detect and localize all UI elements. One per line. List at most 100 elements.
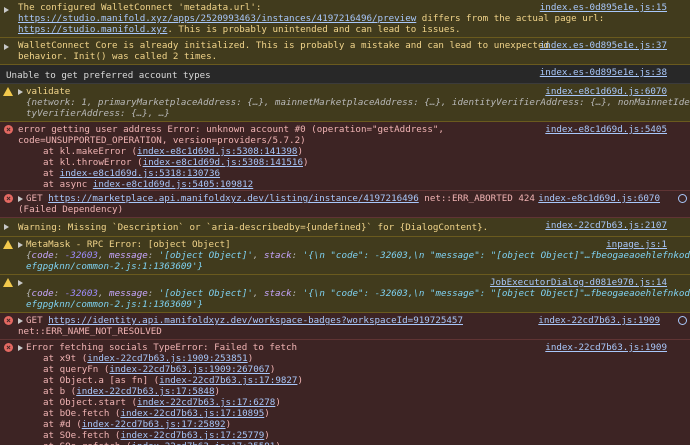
stack-frame-text: ): [214, 386, 221, 397]
stack-frame-link[interactable]: index-e8c1d69d.js:5405:109812: [93, 179, 253, 190]
network-globe-icon[interactable]: [678, 194, 687, 203]
stack-frame-text: at bOe.fetch (: [43, 408, 121, 419]
stack-frame-link[interactable]: index-22cd7b63.js:17:6278: [137, 397, 275, 408]
console-message-error: × index-e8c1d69d.js:5405 error getting u…: [0, 122, 690, 191]
message-text: validate: [26, 86, 71, 97]
expand-triangle-icon[interactable]: [18, 195, 23, 202]
stack-frame-link[interactable]: index-22cd7b63.js:17:25779: [120, 430, 264, 441]
stack-frame-text: at SOe.refetch (: [43, 441, 132, 445]
stack-frame-text: at SOe.fetch (: [43, 430, 121, 441]
stack-frame-text: ): [264, 408, 270, 419]
expand-triangle-icon[interactable]: [18, 88, 23, 95]
error-icon: ×: [4, 194, 13, 203]
expand-triangle-icon[interactable]: [18, 317, 23, 324]
stack-frame-text: at async: [43, 179, 93, 190]
stack-frame-text: at #d (: [43, 419, 82, 430]
expand-triangle-icon[interactable]: [4, 41, 13, 50]
console-message-warning: inpage.js:1 MetaMask - RPC Error: [objec…: [0, 237, 690, 275]
warning-icon: [3, 278, 13, 287]
stack-frame-text: at: [43, 168, 60, 179]
message-url-link[interactable]: https://studio.manifold.xyz/apps/2520993…: [18, 13, 416, 24]
stack-frame-text: at kl.makeError (: [43, 146, 138, 157]
request-url-link[interactable]: https://marketplace.api.manifoldxyz.dev/…: [48, 193, 419, 204]
expand-triangle-icon[interactable]: [4, 221, 13, 230]
stack-frame: at async index-e8c1d69d.js:5405:109812: [18, 179, 660, 190]
console-message-info: index.es-0d895e1e.js:38 Unable to get pr…: [0, 65, 690, 84]
warning-icon: [3, 240, 13, 249]
stack-frame: at Object.a [as fn] (index-22cd7b63.js:1…: [18, 375, 660, 386]
expand-triangle-icon[interactable]: [4, 4, 13, 13]
expand-triangle-icon[interactable]: [18, 344, 23, 351]
stack-frame-link[interactable]: index-e8c1d69d.js:5308:141516: [143, 157, 303, 168]
source-link[interactable]: index.es-0d895e1e.js:37: [540, 40, 667, 51]
console-message-error: × index-22cd7b63.js:1909 GET https://ide…: [0, 313, 690, 340]
object-preview[interactable]: tyVerifierAddress: {…}, …}: [18, 108, 660, 119]
stack-frame-text: ): [225, 419, 232, 430]
object-preview: efgpgknn/common-2.js:1:1363609'}: [26, 261, 204, 272]
stack-frame-text: ): [275, 397, 281, 408]
message-text: GET: [26, 315, 49, 326]
source-link[interactable]: index-e8c1d69d.js:6070: [538, 193, 660, 204]
error-icon: ×: [4, 343, 13, 352]
stack-frame: at #d (index-22cd7b63.js:17:25892): [18, 419, 660, 430]
console-message-warning: index.es-0d895e1e.js:37 WalletConnect Co…: [0, 38, 690, 65]
source-link[interactable]: index-e8c1d69d.js:5405: [545, 124, 667, 135]
console-message-warning: index.es-0d895e1e.js:15 The configured W…: [0, 0, 690, 38]
stack-frame-link[interactable]: index-22cd7b63.js:17:9827: [159, 375, 297, 386]
source-link[interactable]: index.es-0d895e1e.js:15: [540, 2, 667, 13]
stack-frame: at x9t (index-22cd7b63.js:1909:253851): [18, 353, 660, 364]
stack-frame-link[interactable]: index-22cd7b63.js:17:5848: [76, 386, 214, 397]
stack-frame-link[interactable]: index-22cd7b63.js:17:25591: [132, 441, 276, 445]
object-preview[interactable]: {code: -32603, message: '[object Object]…: [18, 288, 690, 299]
stack-frame: at index-e8c1d69d.js:5318:130736: [18, 168, 660, 179]
source-link[interactable]: index-22cd7b63.js:1909: [545, 342, 667, 353]
message-text: net::ERR_ABORTED 424: [418, 193, 535, 204]
object-preview[interactable]: {code: -32603, message: '[object Object]…: [18, 250, 690, 261]
message-text: The configured WalletConnect 'metadata.u…: [18, 2, 262, 13]
stack-frame-link[interactable]: index-e8c1d69d.js:5308:141398: [137, 146, 297, 157]
stack-frame-link[interactable]: index-22cd7b63.js:17:10895: [120, 408, 264, 419]
stack-frame-text: at queryFn (: [43, 364, 110, 375]
message-text: MetaMask - RPC Error: [object Object]: [26, 239, 231, 250]
source-link[interactable]: index-22cd7b63.js:2107: [545, 220, 667, 231]
message-text: . This is probably unintended and can le…: [167, 24, 461, 35]
stack-frame-text: at Object.start (: [43, 397, 138, 408]
stack-frame-text: at x9t (: [43, 353, 88, 364]
source-link[interactable]: JobExecutorDialog-d081e970.js:14: [490, 277, 667, 288]
stack-frame-text: ): [269, 364, 276, 375]
stack-frame-text: ): [247, 353, 254, 364]
expand-triangle-icon[interactable]: [18, 241, 23, 248]
message-text: differs from the actual page url:: [416, 13, 605, 24]
message-text: (Failed Dependency): [18, 204, 124, 215]
stack-frame-text: ): [303, 157, 309, 168]
source-link[interactable]: inpage.js:1: [606, 239, 667, 250]
message-text: behavior. Init() was called 2 times.: [18, 51, 218, 62]
console-message-warning: JobExecutorDialog-d081e970.js:14 {code: …: [0, 275, 690, 313]
stack-frame-link[interactable]: index-22cd7b63.js:1909:253851: [87, 353, 247, 364]
source-link[interactable]: index-e8c1d69d.js:6070: [545, 86, 667, 97]
network-globe-icon[interactable]: [678, 316, 687, 325]
stack-frame: at Object.start (index-22cd7b63.js:17:62…: [18, 397, 660, 408]
stack-frame-text: ): [297, 146, 304, 157]
object-preview: efgpgknn/common-2.js:1:1363609'}: [26, 299, 204, 310]
warning-icon: [3, 87, 13, 96]
console-panel: index.es-0d895e1e.js:15 The configured W…: [0, 0, 690, 445]
stack-frame-text: ): [297, 375, 304, 386]
request-url-link[interactable]: https://identity.api.manifoldxyz.dev/wor…: [48, 315, 463, 326]
console-message-warning: index-22cd7b63.js:2107 Warning: Missing …: [0, 218, 690, 237]
object-preview[interactable]: {network: 1, primaryMarketplaceAddress: …: [18, 97, 690, 108]
error-icon: ×: [4, 316, 13, 325]
message-text: GET: [26, 193, 49, 204]
stack-frame: at b (index-22cd7b63.js:17:5848): [18, 386, 660, 397]
stack-frame: at kl.throwError (index-e8c1d69d.js:5308…: [18, 157, 660, 168]
stack-frame-link[interactable]: index-e8c1d69d.js:5318:130736: [60, 168, 220, 179]
stack-frame-link[interactable]: index-22cd7b63.js:17:25892: [82, 419, 226, 430]
source-link[interactable]: index-22cd7b63.js:1909: [538, 315, 660, 326]
source-link[interactable]: index.es-0d895e1e.js:38: [540, 67, 667, 78]
message-text: code=UNSUPPORTED_OPERATION, version=prov…: [18, 135, 306, 146]
expand-triangle-icon[interactable]: [18, 279, 23, 286]
stack-frame-link[interactable]: index-22cd7b63.js:1909:267067: [109, 364, 269, 375]
stack-frame-text: at kl.throwError (: [43, 157, 143, 168]
message-url-link[interactable]: https://studio.manifold.xyz: [18, 24, 167, 35]
stack-frame-text: ): [264, 430, 270, 441]
